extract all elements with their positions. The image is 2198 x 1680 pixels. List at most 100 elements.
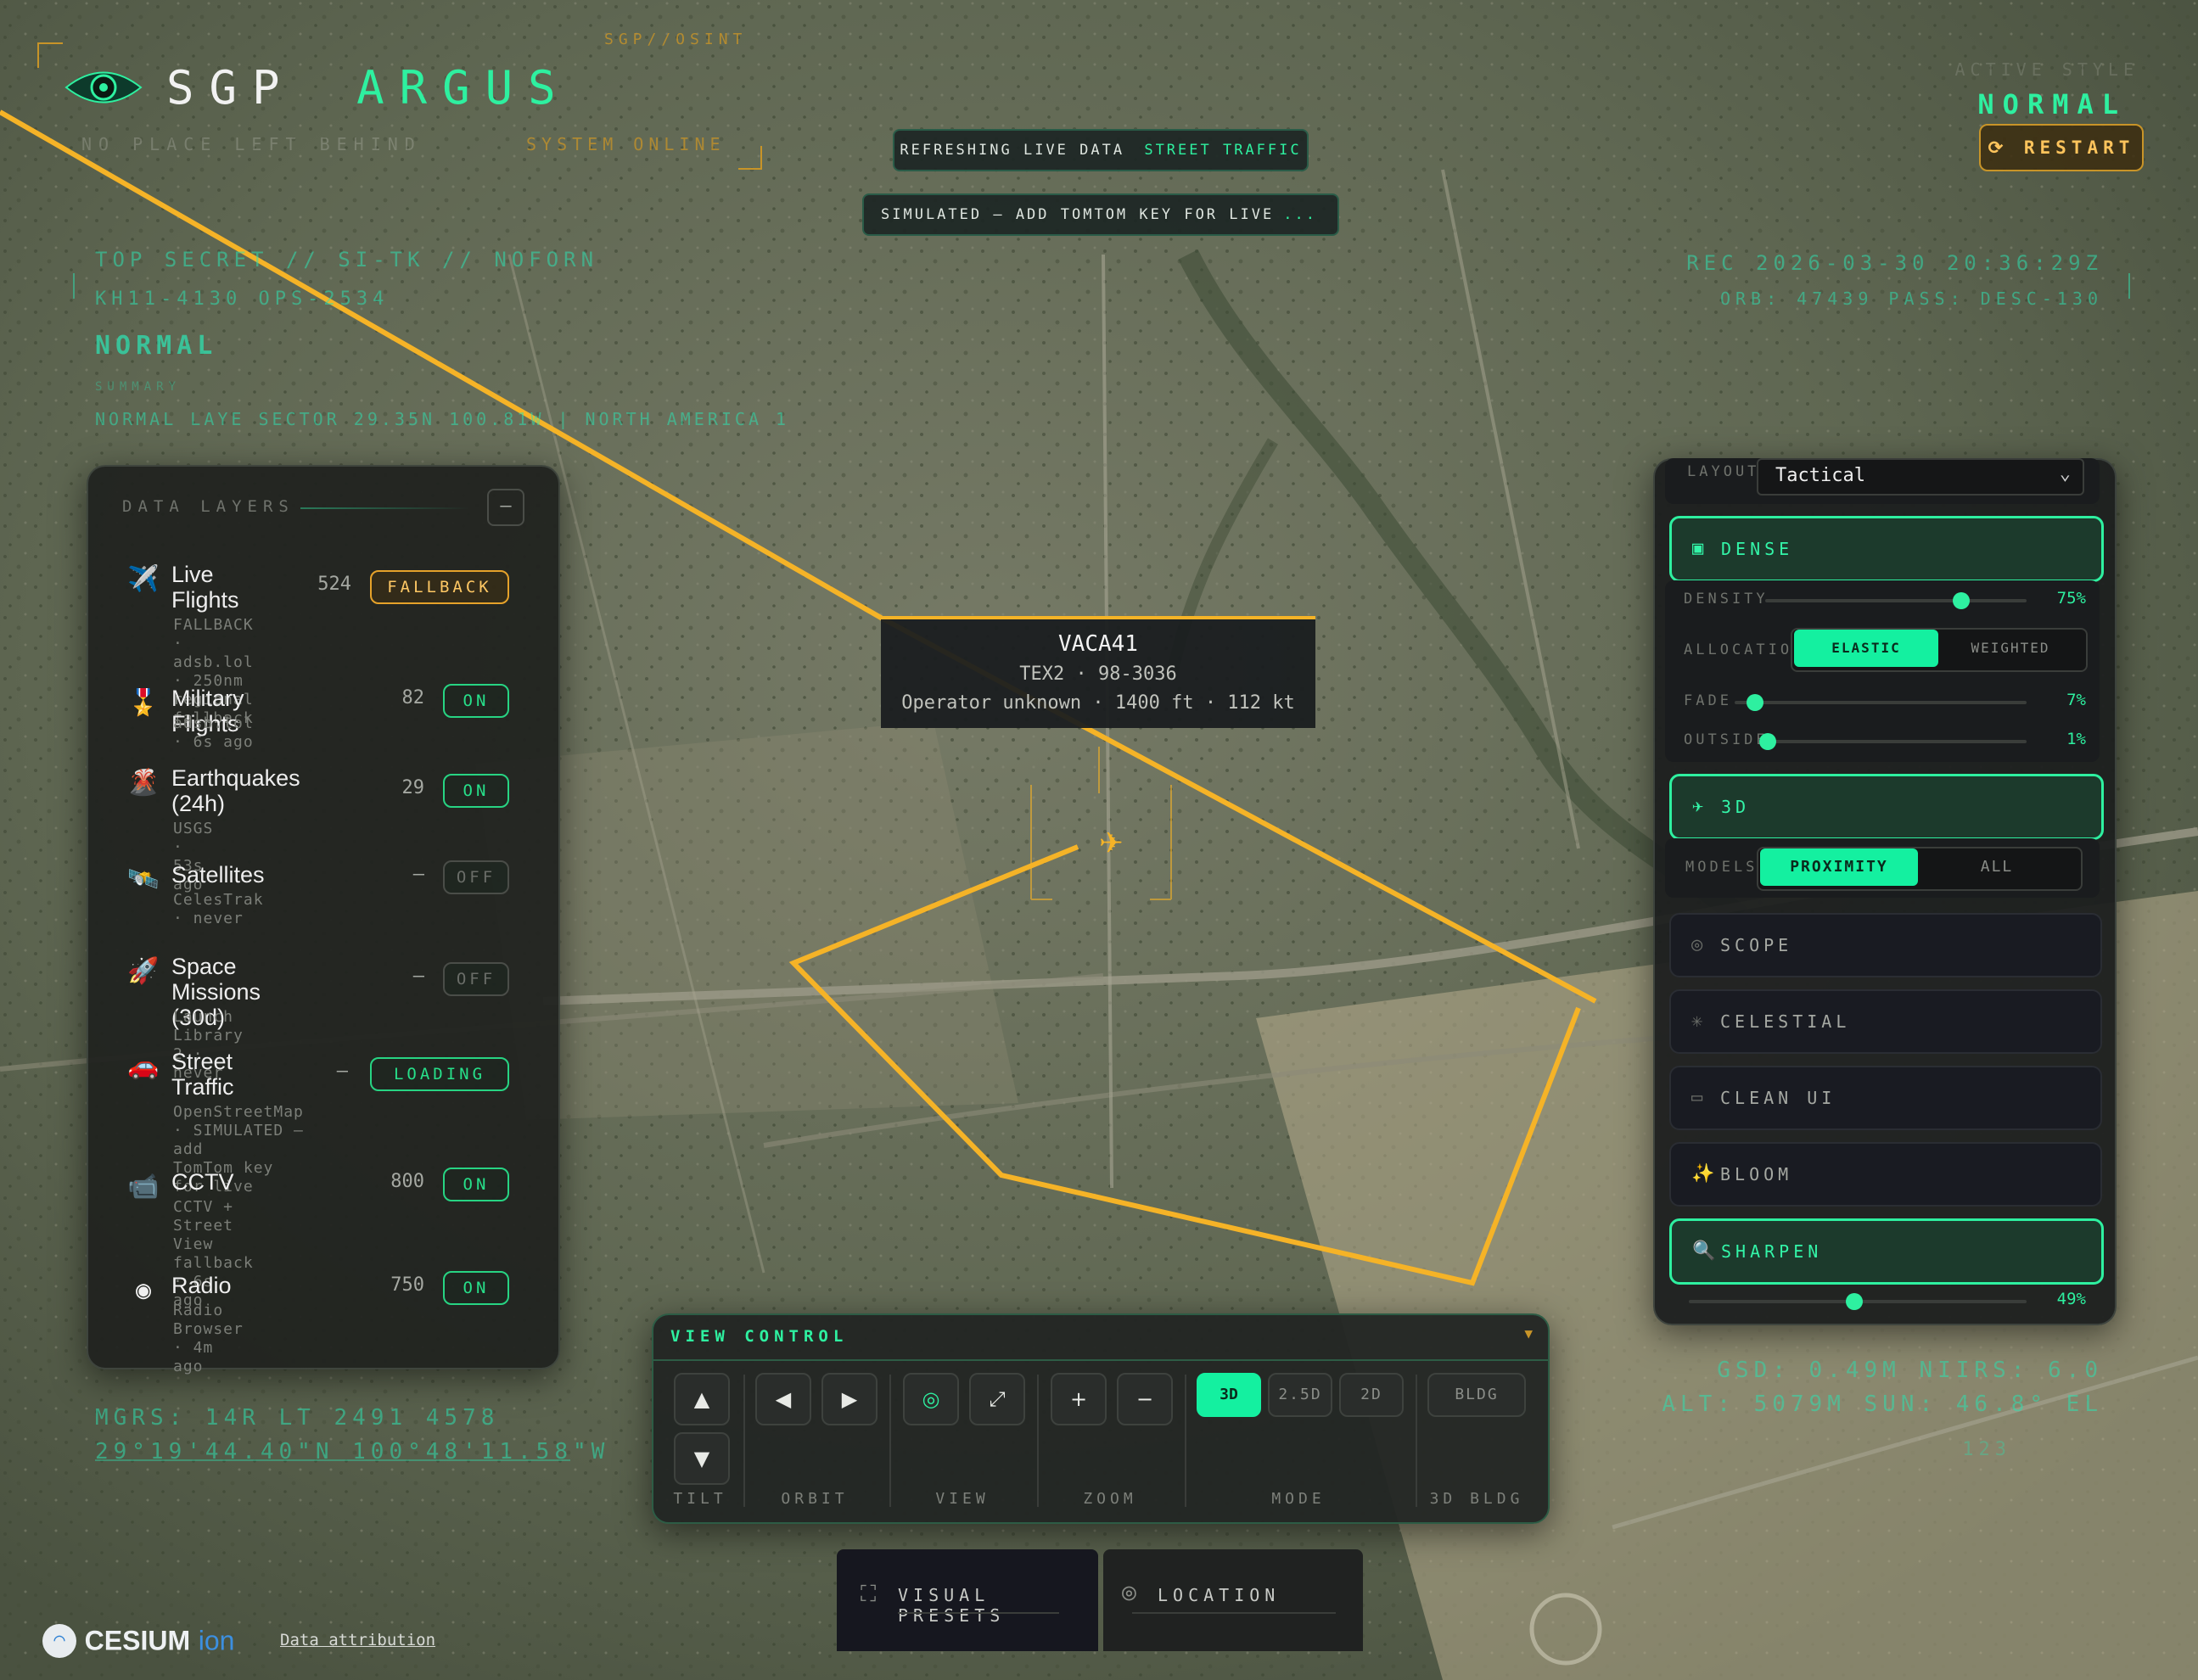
- zoom-out-button[interactable]: −: [1117, 1373, 1173, 1425]
- cesium-mark-icon: ◠: [42, 1624, 76, 1658]
- bldg-label: 3D BLDG: [1429, 1490, 1524, 1508]
- layer-count: 800: [390, 1171, 424, 1192]
- mode-option-2[interactable]: 2D: [1339, 1373, 1404, 1417]
- simulated-banner: SIMULATED — ADD TOMTOM KEY FOR LIVE ...: [862, 193, 1339, 236]
- layer-count: —: [336, 1061, 348, 1082]
- celestial-toggle[interactable]: ✳ CELESTIAL: [1669, 989, 2102, 1054]
- orbit-label: ORBIT: [781, 1490, 849, 1508]
- clean-ui-icon: ▭: [1691, 1087, 1703, 1108]
- layer-toggle[interactable]: ON: [443, 774, 509, 808]
- layer-toggle[interactable]: OFF: [443, 860, 509, 894]
- scope-label: SCOPE: [1720, 935, 1793, 955]
- layer-name: Earthquakes (24h): [171, 765, 300, 816]
- hud-coords-underline: [95, 1459, 570, 1461]
- eye-logo-icon: [64, 66, 143, 109]
- fade-knob[interactable]: [1747, 694, 1764, 711]
- fade-value: 7%: [2066, 691, 2086, 709]
- mode-label: MODE: [1271, 1490, 1326, 1508]
- layer-name: Street Traffic: [171, 1049, 234, 1100]
- data-attribution-link[interactable]: Data attribution: [280, 1631, 435, 1649]
- system-status: SYSTEM ONLINE: [526, 134, 726, 154]
- bloom-toggle[interactable]: ✨ BLOOM: [1669, 1142, 2102, 1207]
- outside-slider[interactable]: [1759, 733, 2027, 750]
- sharpen-toggle[interactable]: 🔍 SHARPEN: [1669, 1218, 2104, 1285]
- dense-toggle[interactable]: ▣ DENSE: [1669, 516, 2104, 582]
- density-slider[interactable]: [1765, 592, 2027, 609]
- subtitle-faded: NO PLACE LEFT BEHIND: [81, 134, 422, 154]
- layer-toggle[interactable]: ON: [443, 1271, 509, 1305]
- layer-count: 82: [401, 687, 425, 708]
- outside-value: 1%: [2066, 730, 2086, 748]
- mode-indicator: NORMAL: [1977, 88, 2127, 120]
- restart-button[interactable]: ⟳ RESTART: [1979, 124, 2144, 171]
- sharpen-knob[interactable]: [1846, 1293, 1864, 1310]
- mode-option-1[interactable]: 2.5D: [1268, 1373, 1332, 1417]
- hud-bracket-right: [2123, 273, 2130, 299]
- layer-icon: 📹: [127, 1172, 160, 1201]
- hud-sector-line: NORMAL LAYE SECTOR 29.35N 100.81W | NORT…: [95, 409, 790, 429]
- brand-left: SGP: [166, 61, 295, 115]
- active-style-label: ACTIVE STYLE: [1954, 59, 2139, 80]
- hud-mode: NORMAL: [95, 331, 218, 361]
- collapse-button[interactable]: –: [487, 489, 524, 526]
- layer-icon: ◉: [135, 1275, 152, 1305]
- layer-toggle[interactable]: ON: [443, 684, 509, 718]
- mode-option-0[interactable]: 3D: [1197, 1373, 1261, 1417]
- layer-icon: 🎖️: [127, 688, 160, 718]
- bldg-button[interactable]: BLDG: [1427, 1373, 1526, 1417]
- zoom-in-button[interactable]: +: [1051, 1373, 1107, 1425]
- layer-name: Satellites: [171, 862, 265, 888]
- hud-bracket-left: [73, 273, 80, 299]
- location-underline: [1132, 1612, 1336, 1614]
- recenter-button[interactable]: ◎: [903, 1373, 959, 1425]
- scope-icon: ◎: [1691, 934, 1703, 955]
- hud-gsd-line: GSD: 0.49M NIIRS: 6.0: [1717, 1358, 2103, 1383]
- models-option-1[interactable]: ALL: [1918, 848, 2076, 886]
- separator: [743, 1375, 745, 1507]
- location-tab[interactable]: ⌾ LOCATION: [1103, 1549, 1363, 1651]
- layer-count: —: [412, 864, 424, 885]
- clean-ui-toggle[interactable]: ▭ CLEAN UI: [1669, 1066, 2102, 1130]
- sharpen-label: SHARPEN: [1721, 1241, 1823, 1262]
- orbit-left-button[interactable]: ◀: [755, 1373, 811, 1425]
- scope-toggle[interactable]: ◎ SCOPE: [1669, 913, 2102, 977]
- separator: [889, 1375, 891, 1507]
- layer-icon: 🚀: [127, 956, 160, 986]
- view-control-collapse-icon[interactable]: ▼: [1524, 1325, 1533, 1341]
- layer-toggle[interactable]: FALLBACK: [370, 570, 509, 604]
- layout-select[interactable]: Tactical ⌄: [1757, 458, 2084, 496]
- view-control-rule: [653, 1359, 1548, 1361]
- outside-knob[interactable]: [1759, 733, 1777, 750]
- tilt-down-button[interactable]: ▼: [674, 1432, 730, 1485]
- visual-presets-underline: [898, 1612, 1059, 1614]
- separator: [1185, 1375, 1186, 1507]
- layer-count: —: [412, 966, 424, 987]
- layer-toggle[interactable]: ON: [443, 1168, 509, 1201]
- visual-presets-tab[interactable]: ⛶ VISUAL PRESETS: [837, 1549, 1098, 1651]
- cesium-ion-wordmark: ion: [198, 1625, 235, 1656]
- layer-count: 29: [401, 777, 425, 798]
- data-layers-title: DATA LAYERS: [122, 497, 294, 516]
- tilt-up-button[interactable]: ▲: [674, 1373, 730, 1425]
- fade-slider[interactable]: [1735, 694, 2027, 711]
- three-d-toggle[interactable]: ✈ 3D: [1669, 774, 2104, 840]
- allocation-option-1[interactable]: WEIGHTED: [1938, 630, 2083, 667]
- top-center-tag: SGP//OSINT: [604, 31, 748, 48]
- layer-count: 524: [317, 574, 351, 595]
- layer-toggle[interactable]: LOADING: [370, 1057, 509, 1091]
- layer-subtitle: Radio Browser · 4m ago: [173, 1302, 244, 1375]
- layout-row: LAYOUT Tactical ⌄: [1665, 458, 2100, 504]
- allocation-option-0[interactable]: ELASTIC: [1794, 630, 1938, 667]
- density-value: 75%: [2056, 589, 2086, 608]
- cesium-logo[interactable]: ◠ CESIUM ion: [42, 1624, 234, 1658]
- refresh-banner: REFRESHING LIVE DATA STREET TRAFFIC: [893, 129, 1309, 171]
- orbit-right-button[interactable]: ▶: [821, 1373, 878, 1425]
- clean-ui-label: CLEAN UI: [1720, 1088, 1836, 1108]
- layer-toggle[interactable]: OFF: [443, 962, 509, 996]
- density-knob[interactable]: [1953, 592, 1970, 609]
- sharpen-slider[interactable]: [1689, 1293, 2027, 1310]
- chevron-down-icon: ⌄: [2059, 463, 2071, 484]
- fullscreen-button[interactable]: ⤢: [969, 1373, 1025, 1425]
- models-option-0[interactable]: PROXIMITY: [1760, 848, 1918, 886]
- layer-count: 750: [390, 1274, 424, 1296]
